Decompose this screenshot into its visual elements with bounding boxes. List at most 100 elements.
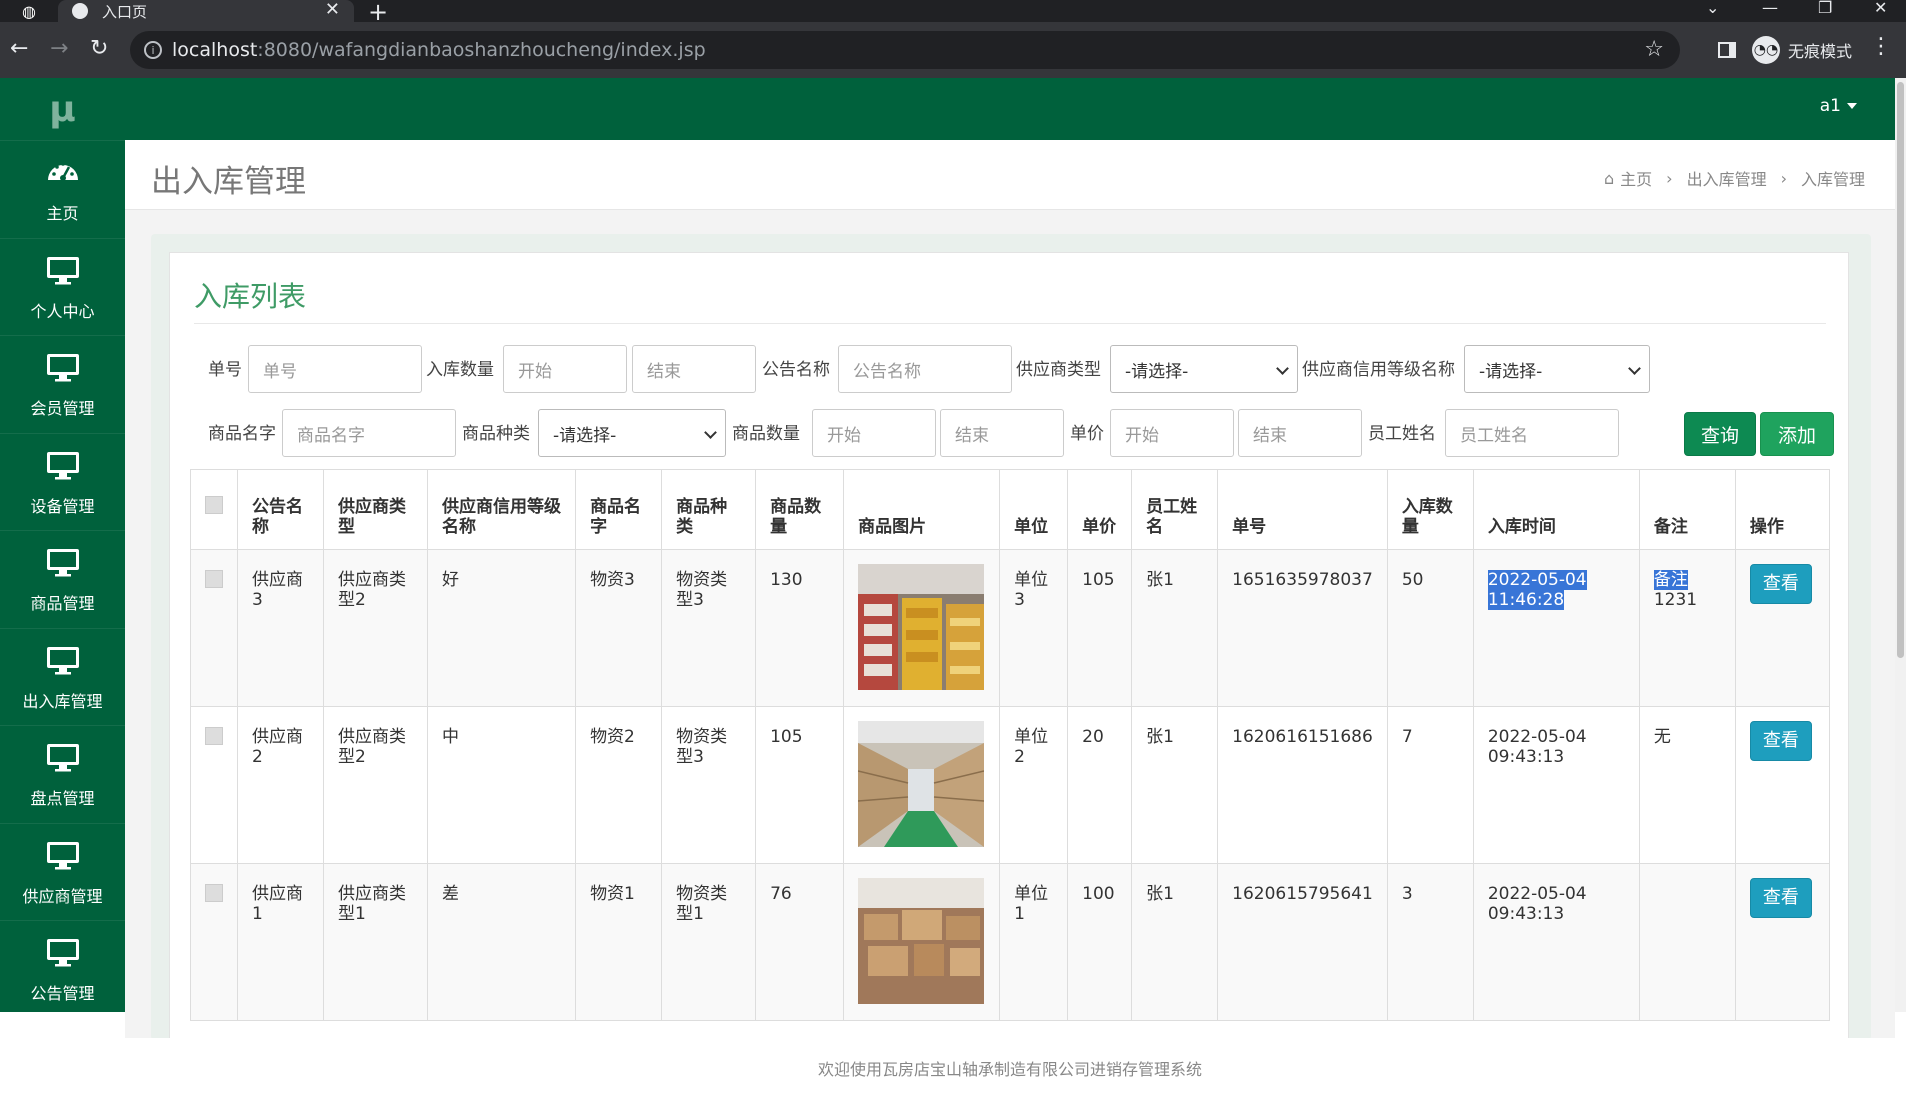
dashboard-icon <box>47 162 78 182</box>
col-time[interactable]: 入库时间 <box>1472 469 1640 550</box>
minimize-icon[interactable]: — <box>1762 0 1778 22</box>
select-all-checkbox[interactable] <box>205 496 223 514</box>
logo: μ <box>49 88 76 130</box>
filter-label-price: 单价 <box>1070 424 1104 444</box>
forward-icon[interactable]: → <box>50 36 68 62</box>
sidebar-item-label: 会员管理 <box>30 399 95 419</box>
sidebar-item-home[interactable]: 主页 <box>0 140 125 238</box>
reading-list-icon[interactable] <box>1718 42 1736 58</box>
cell-suptype: 供应商类型2 <box>323 706 429 864</box>
scrollbar-thumb[interactable] <box>1897 82 1904 658</box>
staff-input[interactable]: 员工姓名 <box>1445 409 1619 457</box>
col-goodsqty[interactable]: 商品数量 <box>755 469 845 550</box>
sidebar-item-devices[interactable]: 设备管理 <box>0 432 125 531</box>
rkqty-start-input[interactable]: 开始 <box>503 345 627 393</box>
table-row: 供应商2 供应商类型2 中 物资2 物资类型3 105 单位2 20 张1 16… <box>190 706 1831 864</box>
col-notice[interactable]: 公告名称 <box>236 469 325 550</box>
col-staff[interactable]: 员工姓名 <box>1131 469 1219 550</box>
incognito-label: 无痕模式 <box>1788 42 1853 61</box>
cell-notice: 供应商1 <box>236 863 325 1021</box>
user-menu[interactable]: a1 <box>1820 96 1857 116</box>
cell-staff: 张1 <box>1131 863 1219 1021</box>
price-end-input[interactable]: 结束 <box>1238 409 1362 457</box>
tab-search-chevron-icon[interactable]: ⌄ <box>1706 0 1719 22</box>
goodstype-select[interactable]: -请选择- <box>538 409 726 457</box>
cell-time: 2022-05-04 09:43:13 <box>1472 863 1640 1021</box>
back-icon[interactable]: ← <box>10 36 28 62</box>
view-button[interactable]: 查看 <box>1749 564 1812 604</box>
col-price[interactable]: 单价 <box>1067 469 1133 550</box>
monitor-icon <box>46 646 79 675</box>
chevron-down-icon <box>1628 362 1641 375</box>
monitor-icon <box>46 841 79 870</box>
row-checkbox[interactable] <box>205 727 223 745</box>
view-button[interactable]: 查看 <box>1749 878 1812 918</box>
col-goodsname[interactable]: 商品名字 <box>575 469 663 550</box>
window-close-icon[interactable]: ✕ <box>1874 0 1887 22</box>
active-tab[interactable]: 入口页 ✕ <box>58 0 354 22</box>
rkqty-end-input[interactable]: 结束 <box>632 345 756 393</box>
sidebar-item-label: 主页 <box>46 204 79 224</box>
sidebar-item-label: 出入库管理 <box>22 691 103 711</box>
sidebar-item-notices[interactable]: 公告管理 <box>0 920 125 1018</box>
sidebar-item-suppliers[interactable]: 供应商管理 <box>0 822 125 921</box>
cell-suptype: 供应商类型2 <box>323 549 429 707</box>
sidebar-item-inout[interactable]: 出入库管理 <box>0 627 125 726</box>
suptype-select[interactable]: -请选择- <box>1110 345 1298 393</box>
col-image[interactable]: 商品图片 <box>843 469 1001 550</box>
page-scrollbar[interactable] <box>1895 78 1906 1012</box>
sidebar-item-label: 公告管理 <box>30 984 95 1004</box>
col-goodskind[interactable]: 商品种类 <box>661 469 757 550</box>
browser-tabbar: ◍ 入口页 ✕ + ⌄ — ❐ ✕ <box>0 0 1906 26</box>
notice-input[interactable]: 公告名称 <box>838 345 1012 393</box>
cell-no: 1620615795641 <box>1217 863 1388 1021</box>
cell-goodsqty: 76 <box>755 863 845 1021</box>
breadcrumb-home[interactable]: 主页 <box>1620 166 1652 190</box>
col-unit[interactable]: 单位 <box>999 469 1069 550</box>
sidebar-item-inventory[interactable]: 盘点管理 <box>0 725 125 823</box>
cell-price: 20 <box>1067 706 1133 864</box>
tab-close-icon[interactable]: ✕ <box>325 0 340 20</box>
cell-image <box>843 863 1001 1021</box>
sidebar-item-members[interactable]: 会员管理 <box>0 335 125 433</box>
col-inqty[interactable]: 入库数量 <box>1386 469 1474 550</box>
view-button[interactable]: 查看 <box>1749 721 1812 761</box>
restore-icon[interactable]: ❐ <box>1818 0 1832 22</box>
content-area: 入库列表 单号 单号 入库数量 开始 结束 公告名称 公告名称 供应商类型 -请… <box>125 210 1895 1042</box>
browser-menu-icon[interactable]: ⋮ <box>1870 34 1892 59</box>
row-checkbox[interactable] <box>205 884 223 902</box>
sidebar-item-label: 供应商管理 <box>22 886 103 906</box>
site-info-icon[interactable]: i <box>144 41 162 59</box>
bookmark-star-icon[interactable]: ☆ <box>1644 37 1664 62</box>
monitor-icon <box>46 451 79 480</box>
chevron-right-icon: › <box>1666 168 1673 188</box>
query-button[interactable]: 查询 <box>1684 412 1756 456</box>
sidebar-item-goods[interactable]: 商品管理 <box>0 530 125 628</box>
cell-goodskind: 物资类型3 <box>661 549 757 707</box>
cell-time: 2022-05-04 11:46:28 <box>1472 549 1640 707</box>
breadcrumb-section[interactable]: 出入库管理 <box>1687 166 1767 190</box>
credit-select[interactable]: -请选择- <box>1464 345 1650 393</box>
cell-staff: 张1 <box>1131 706 1219 864</box>
goods-image-cardboard-boxes <box>858 878 985 1004</box>
sidebar-item-profile[interactable]: 个人中心 <box>0 237 125 336</box>
danhao-input[interactable]: 单号 <box>248 345 422 393</box>
goodsname-input[interactable]: 商品名字 <box>282 409 456 457</box>
goodsqty-end-input[interactable]: 结束 <box>940 409 1064 457</box>
incognito-indicator[interactable]: ◔◔ 无痕模式 <box>1752 32 1852 68</box>
col-note[interactable]: 备注 <box>1638 469 1736 550</box>
other-tab[interactable]: ◍ <box>0 0 58 22</box>
url-input[interactable]: i localhost:8080/wafangdianbaoshanzhouch… <box>130 31 1680 69</box>
cell-credit: 差 <box>427 863 577 1021</box>
goodsqty-start-input[interactable]: 开始 <box>812 409 936 457</box>
col-credit[interactable]: 供应商信用等级名称 <box>427 469 577 550</box>
col-no[interactable]: 单号 <box>1217 469 1388 550</box>
row-checkbox[interactable] <box>205 570 223 588</box>
top-navbar: a1 <box>125 78 1895 140</box>
price-start-input[interactable]: 开始 <box>1110 409 1234 457</box>
reload-icon[interactable]: ↻ <box>90 36 108 62</box>
col-suptype[interactable]: 供应商类型 <box>323 469 429 550</box>
cell-op: 查看 <box>1734 549 1831 707</box>
add-button[interactable]: 添加 <box>1760 412 1834 456</box>
cell-goodsname: 物资3 <box>575 549 663 707</box>
